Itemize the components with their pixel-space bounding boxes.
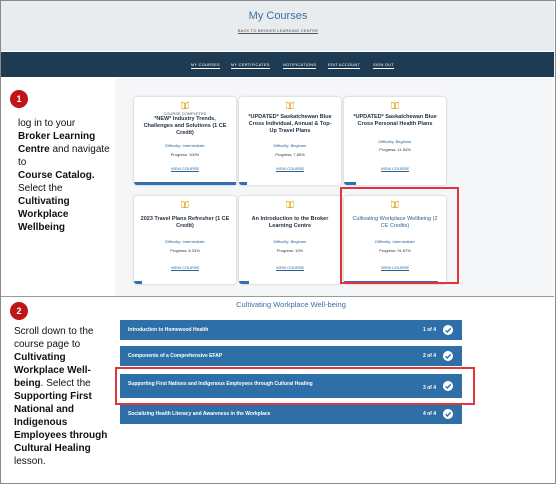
highlight-box-course bbox=[340, 187, 459, 284]
step-2-instructions: Scroll down to the course page to Cultiv… bbox=[14, 326, 108, 467]
back-to-learning-centre-link[interactable]: BACK TO BROKER LEARNING CENTRE bbox=[0, 28, 556, 34]
view-course-link[interactable]: VIEW COURSE bbox=[344, 166, 446, 172]
lesson-name: Socializing Health Literacy and Awarenes… bbox=[128, 411, 271, 417]
course-title: *UPDATED* Saskatchewan Blue Cross Indivi… bbox=[248, 114, 332, 134]
nav-my-certificates[interactable]: MY CERTIFICATES bbox=[231, 62, 270, 69]
lesson-item[interactable]: Socializing Health Literacy and Awarenes… bbox=[120, 404, 462, 424]
course-card[interactable]: COURSE COMPLETED *NEW* Industry Trends, … bbox=[134, 97, 236, 185]
course-card[interactable]: *UPDATED* Saskatchewan Blue Cross Person… bbox=[344, 97, 446, 185]
lesson-item[interactable]: Introduction to Homewood Health 1 of 4 bbox=[120, 320, 462, 340]
course-difficulty: Difficulty: Intermediate bbox=[165, 239, 205, 244]
nav-edit-account[interactable]: EDIT ACCOUNT bbox=[328, 62, 361, 69]
course-progress: Progress: 8.33% bbox=[170, 248, 200, 253]
view-course-link[interactable]: VIEW COURSE bbox=[239, 166, 341, 172]
step-1-instructions: log in to your Broker Learning Centre an… bbox=[18, 118, 110, 233]
section-divider bbox=[1, 296, 554, 297]
course-title: *UPDATED* Saskatchewan Blue Cross Person… bbox=[353, 114, 437, 127]
book-icon bbox=[286, 201, 294, 208]
course-title: *NEW* Industry Trends, Challenges and So… bbox=[143, 116, 227, 136]
page-header bbox=[1, 1, 554, 51]
book-icon bbox=[286, 102, 294, 109]
course-progress: Progress: 11.54% bbox=[379, 147, 411, 152]
page-title: My Courses bbox=[248, 10, 308, 22]
top-navbar: MY COURSES MY CERTIFICATES NOTIFICATIONS… bbox=[1, 52, 554, 77]
course-card[interactable]: 2023 Travel Plans Refresher (1 CE Credit… bbox=[134, 196, 236, 284]
course-progress-bar bbox=[134, 281, 143, 284]
course-difficulty: Difficulty: Beginner bbox=[273, 239, 307, 244]
lesson-name: Components of a Comprehensive EFAP bbox=[128, 353, 223, 359]
course-progress-bar bbox=[239, 281, 250, 284]
course-difficulty: Difficulty: Intermediate bbox=[165, 143, 205, 148]
view-course-link[interactable]: VIEW COURSE bbox=[134, 166, 236, 172]
course-progress-bar bbox=[239, 182, 247, 185]
highlight-box-lesson bbox=[115, 367, 475, 405]
course-progress: Progress: 10% bbox=[276, 248, 304, 253]
step-2-badge: 2 bbox=[10, 302, 28, 320]
book-icon bbox=[181, 102, 189, 109]
nav-notifications[interactable]: NOTIFICATIONS bbox=[283, 62, 317, 69]
book-icon bbox=[181, 201, 189, 208]
lesson-name: Introduction to Homewood Health bbox=[128, 327, 209, 333]
view-course-link[interactable]: VIEW COURSE bbox=[134, 265, 236, 271]
lesson-count: 1 of 4 bbox=[422, 327, 436, 333]
lesson-count: 4 of 4 bbox=[422, 411, 436, 417]
nav-my-courses[interactable]: MY COURSES bbox=[191, 62, 220, 69]
lesson-item[interactable]: Components of a Comprehensive EFAP 2 of … bbox=[120, 346, 462, 366]
course-progress-bar bbox=[344, 182, 356, 185]
course-difficulty: Difficulty: Beginner bbox=[273, 143, 307, 148]
checkmark-icon bbox=[443, 325, 453, 335]
checkmark-icon bbox=[443, 409, 453, 419]
lesson-count: 2 of 4 bbox=[422, 353, 436, 359]
course-page-title: Cultivating Workplace Well-being bbox=[236, 300, 346, 309]
course-progress: Progress: 100% bbox=[170, 152, 200, 157]
course-card[interactable]: An Introduction to the Broker Learning C… bbox=[239, 196, 341, 284]
course-difficulty: Difficulty: Beginner bbox=[378, 139, 412, 144]
course-title: An Introduction to the Broker Learning C… bbox=[251, 216, 329, 229]
course-card[interactable]: *UPDATED* Saskatchewan Blue Cross Indivi… bbox=[239, 97, 341, 185]
nav-sign-out[interactable]: SIGN OUT bbox=[373, 62, 394, 69]
step-1-badge: 1 bbox=[10, 90, 28, 108]
book-icon bbox=[391, 102, 399, 109]
course-title: 2023 Travel Plans Refresher (1 CE Credit… bbox=[140, 216, 230, 229]
view-course-link[interactable]: VIEW COURSE bbox=[239, 265, 341, 271]
course-progress-bar bbox=[134, 182, 236, 185]
course-progress: Progress: 7.85% bbox=[275, 152, 305, 157]
checkmark-icon bbox=[443, 351, 453, 361]
